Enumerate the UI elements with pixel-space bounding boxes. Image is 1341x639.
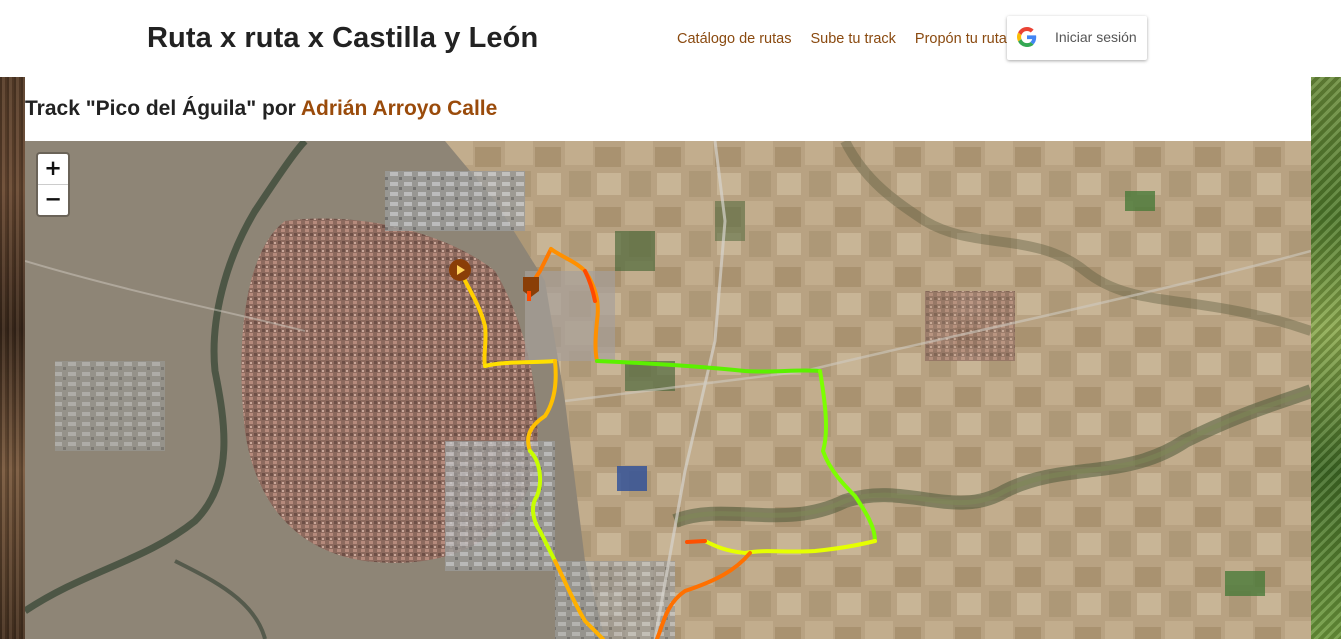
zoom-control: + −: [36, 152, 70, 217]
start-marker[interactable]: [449, 259, 471, 281]
zoom-in-button[interactable]: +: [38, 154, 68, 185]
flag-icon: [527, 291, 531, 301]
zoom-out-button[interactable]: −: [38, 185, 68, 215]
main-nav: Catálogo de rutas Sube tu track Propón t…: [677, 30, 1007, 48]
nav-catalogo-rutas[interactable]: Catálogo de rutas: [677, 30, 791, 48]
google-login-button[interactable]: Iniciar sesión: [1007, 16, 1147, 60]
google-icon: [1017, 27, 1037, 47]
author-link[interactable]: Adrián Arroyo Calle: [301, 97, 497, 120]
background-left-strip: [0, 77, 25, 639]
main-content: Track "Pico del Águila" por Adrián Arroy…: [25, 77, 1311, 639]
background-right-strip: [1311, 77, 1341, 639]
nav-sube-track[interactable]: Sube tu track: [810, 30, 895, 48]
site-title[interactable]: Ruta x ruta x Castilla y León: [147, 22, 538, 55]
login-label: Iniciar sesión: [1055, 29, 1137, 45]
nav-propon-ruta[interactable]: Propón tu ruta: [915, 30, 1007, 48]
map[interactable]: + −: [25, 141, 1311, 639]
track-title: Track "Pico del Águila" por Adrián Arroy…: [25, 97, 497, 121]
track-title-text: Track "Pico del Águila" por: [25, 97, 301, 120]
site-header: Ruta x ruta x Castilla y León Catálogo d…: [0, 0, 1341, 77]
satellite-map: [25, 141, 1311, 639]
